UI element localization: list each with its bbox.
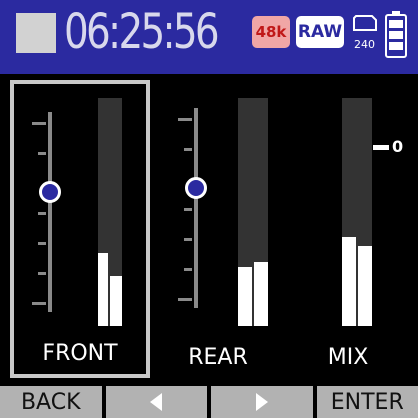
channel-front[interactable]: FRONT bbox=[10, 80, 150, 378]
zero-db-label: 0 bbox=[392, 137, 404, 156]
battery-icon bbox=[385, 11, 407, 58]
status-bar: 06:25:56 48k RAW 240 bbox=[0, 0, 418, 74]
sd-card-icon: 240 bbox=[353, 15, 377, 51]
level-meter bbox=[238, 98, 268, 326]
fader-tick bbox=[38, 152, 46, 155]
format-badge: RAW bbox=[296, 16, 344, 48]
zero-db-mark bbox=[373, 145, 389, 150]
fader-tick bbox=[38, 212, 46, 215]
fader-tick bbox=[184, 148, 192, 151]
meter-bar-right bbox=[254, 262, 268, 326]
fader-tick bbox=[32, 302, 46, 305]
card-remaining-label: 240 bbox=[354, 38, 375, 51]
meter-bar-right bbox=[358, 246, 372, 326]
fader-knob[interactable] bbox=[39, 181, 61, 203]
channel-mix[interactable]: MIX bbox=[292, 80, 412, 378]
fader-tick bbox=[38, 272, 46, 275]
level-meter bbox=[342, 98, 372, 326]
stop-icon bbox=[16, 13, 56, 53]
fader-tick bbox=[184, 238, 192, 241]
channel-label: FRONT bbox=[42, 341, 118, 366]
fader-track bbox=[48, 112, 52, 312]
meter-bar-left bbox=[238, 266, 252, 326]
fader-tick bbox=[178, 298, 192, 301]
right-arrow-button[interactable] bbox=[211, 386, 313, 418]
fader-tick bbox=[184, 268, 192, 271]
sample-rate-badge: 48k bbox=[252, 16, 290, 48]
channel-label: REAR bbox=[188, 345, 248, 370]
level-meter bbox=[98, 98, 122, 326]
channel-rear[interactable]: REAR bbox=[156, 80, 280, 378]
fader-tick bbox=[184, 208, 192, 211]
back-button[interactable]: BACK bbox=[0, 386, 102, 418]
arrow-right-icon bbox=[255, 393, 268, 411]
meter-bar-left bbox=[98, 253, 108, 326]
meter-bar-right bbox=[110, 275, 122, 326]
arrow-left-icon bbox=[150, 393, 163, 411]
meter-bar-left bbox=[342, 237, 356, 326]
fader-tick bbox=[178, 118, 192, 121]
fader-knob[interactable] bbox=[185, 177, 207, 199]
record-time: 06:25:56 bbox=[64, 4, 220, 60]
softkey-bar: BACK ENTER bbox=[0, 386, 418, 418]
left-arrow-button[interactable] bbox=[105, 386, 207, 418]
fader-tick bbox=[32, 122, 46, 125]
fader-track bbox=[194, 108, 198, 308]
enter-button[interactable]: ENTER bbox=[316, 386, 418, 418]
channel-label: MIX bbox=[327, 345, 369, 370]
fader-tick bbox=[38, 242, 46, 245]
